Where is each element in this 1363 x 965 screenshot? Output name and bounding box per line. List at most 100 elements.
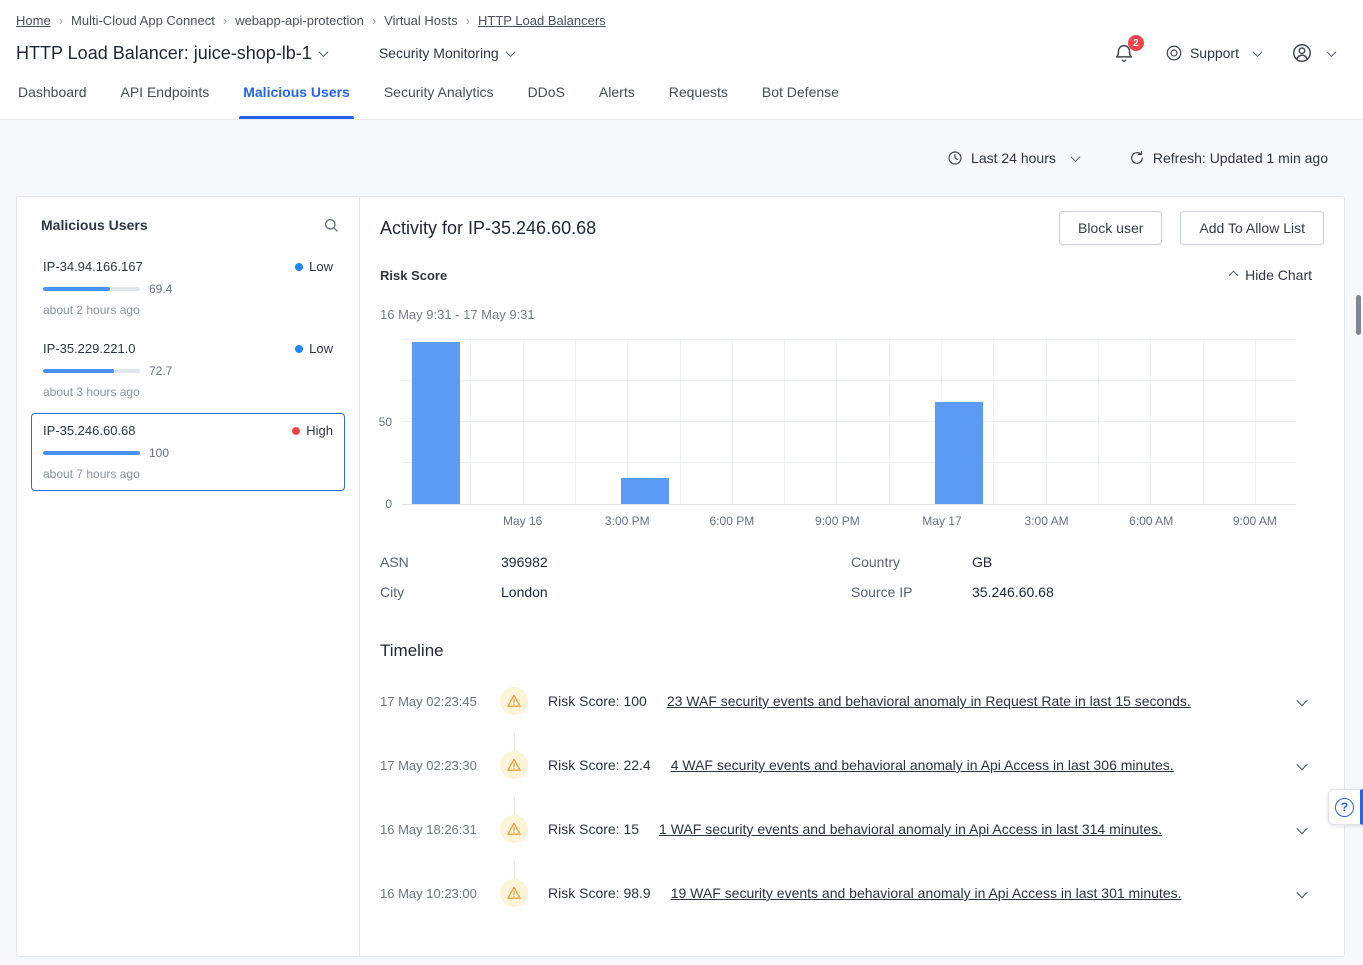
tab-dashboard[interactable]: Dashboard: [18, 84, 87, 119]
risk-score-bar: [43, 451, 140, 455]
chart-gridline-v: [732, 340, 733, 504]
malicious-user-item[interactable]: IP-35.229.221.0 Low 72.7 about 3 hours a…: [31, 331, 345, 409]
activity-header: Activity for IP-35.246.60.68 Block user …: [380, 211, 1324, 245]
chart-gridline-v: [1203, 340, 1204, 504]
tab-bar: Dashboard API Endpoints Malicious Users …: [0, 84, 1363, 120]
source-ip-label: Source IP: [851, 584, 972, 600]
event-time: 17 May 02:23:45: [380, 694, 488, 709]
breadcrumb: Home › Multi-Cloud App Connect › webapp-…: [0, 10, 1363, 30]
malicious-users-header: Malicious Users: [17, 197, 359, 249]
chart-x-tick-label: 9:00 AM: [1233, 514, 1277, 528]
timeline-events: 17 May 02:23:45 Risk Score: 100 23 WAF s…: [380, 669, 1324, 925]
help-button[interactable]: ?: [1328, 789, 1363, 825]
chart-date-range: 16 May 9:31 - 17 May 9:31: [380, 307, 1324, 322]
breadcrumb-multi-cloud-app-connect[interactable]: Multi-Cloud App Connect: [71, 13, 215, 28]
event-detail-link[interactable]: 19 WAF security events and behavioral an…: [671, 885, 1182, 901]
chart-gridline-v: [993, 340, 994, 504]
event-expand-button[interactable]: [1290, 885, 1306, 901]
tab-api-endpoints[interactable]: API Endpoints: [121, 84, 210, 119]
chart-gridline-h: [402, 421, 1296, 422]
breadcrumb-separator: ›: [466, 13, 470, 28]
notification-badge: 2: [1128, 35, 1144, 51]
tab-alerts[interactable]: Alerts: [599, 84, 635, 119]
event-detail-link[interactable]: 23 WAF security events and behavioral an…: [667, 693, 1191, 709]
refresh-icon: [1129, 150, 1145, 166]
event-expand-button[interactable]: [1290, 693, 1306, 709]
event-detail-link[interactable]: 4 WAF security events and behavioral ano…: [671, 757, 1174, 773]
user-ip: IP-34.94.166.167: [43, 259, 143, 274]
event-time: 17 May 02:23:30: [380, 758, 488, 773]
severity-label: Low: [309, 341, 333, 356]
event-expand-button[interactable]: [1290, 757, 1306, 773]
event-time: 16 May 18:26:31: [380, 822, 488, 837]
chart-gridline-v: [1046, 340, 1047, 504]
user-details: ASN 396982 City London Country GB Source…: [380, 547, 1324, 607]
chart-gridline-v: [575, 340, 576, 504]
tab-requests[interactable]: Requests: [669, 84, 728, 119]
breadcrumb-virtual-hosts[interactable]: Virtual Hosts: [384, 13, 457, 28]
hide-chart-toggle[interactable]: Hide Chart: [1230, 267, 1324, 283]
page-title: HTTP Load Balancer: juice-shop-lb-1: [16, 43, 312, 64]
chart-y-tick-label: 50: [379, 415, 392, 429]
risk-score-value: 69.4: [149, 282, 172, 296]
chart-gridline-v: [784, 340, 785, 504]
support-menu[interactable]: Support: [1165, 44, 1261, 62]
chart-x-tick-label: May 17: [922, 514, 961, 528]
chevron-down-icon: [1327, 47, 1337, 57]
tab-malicious-users[interactable]: Malicious Users: [243, 84, 350, 119]
chart-x-tick-label: May 16: [503, 514, 542, 528]
risk-score-value: 72.7: [149, 364, 172, 378]
action-buttons: Block user Add To Allow List: [1059, 211, 1324, 245]
chart-bar: [412, 342, 460, 504]
refresh-label: Refresh: Updated 1 min ago: [1153, 150, 1328, 166]
account-icon: [1291, 42, 1313, 64]
risk-score-bar: [43, 287, 140, 291]
last-seen-time: about 7 hours ago: [43, 467, 333, 481]
event-risk-score: Risk Score: 22.4: [548, 757, 651, 773]
security-monitoring-dropdown[interactable]: Security Monitoring: [379, 45, 514, 61]
add-to-allow-list-button[interactable]: Add To Allow List: [1180, 211, 1324, 245]
tab-bot-defense[interactable]: Bot Defense: [762, 84, 839, 119]
breadcrumb-home[interactable]: Home: [16, 13, 51, 28]
search-icon[interactable]: [323, 217, 339, 233]
breadcrumb-separator: ›: [372, 13, 376, 28]
scrollbar-thumb[interactable]: [1356, 295, 1361, 335]
refresh-button[interactable]: Refresh: Updated 1 min ago: [1129, 150, 1328, 166]
event-time: 16 May 10:23:00: [380, 886, 488, 901]
asn-value: 396982: [501, 554, 548, 570]
title-chevron-down-icon[interactable]: [318, 47, 328, 57]
severity-badge: Low: [295, 341, 333, 356]
context-selector-label: Security Monitoring: [379, 45, 499, 61]
severity-label: High: [306, 423, 333, 438]
notifications-button[interactable]: 2: [1113, 42, 1135, 64]
chart-gridline-v: [680, 340, 681, 504]
time-range-label: Last 24 hours: [971, 150, 1056, 166]
timeline-title: Timeline: [380, 641, 1324, 661]
account-menu[interactable]: [1291, 42, 1335, 64]
timeline-event: 16 May 10:23:00 Risk Score: 98.9 19 WAF …: [380, 861, 1324, 925]
malicious-user-item[interactable]: IP-34.94.166.167 Low 69.4 about 2 hours …: [31, 249, 345, 327]
event-risk-score: Risk Score: 100: [548, 693, 647, 709]
breadcrumb-webapp-api-protection[interactable]: webapp-api-protection: [235, 13, 364, 28]
user-ip: IP-35.229.221.0: [43, 341, 136, 356]
time-range-selector[interactable]: Last 24 hours: [947, 150, 1079, 166]
timeline-event: 17 May 02:23:45 Risk Score: 100 23 WAF s…: [380, 669, 1324, 733]
last-seen-time: about 2 hours ago: [43, 303, 333, 317]
title-row: HTTP Load Balancer: juice-shop-lb-1 Secu…: [0, 36, 1363, 70]
chevron-down-icon: [1296, 759, 1307, 770]
chart-bar: [935, 402, 983, 504]
malicious-user-item[interactable]: IP-35.246.60.68 High 100 about 7 hours a…: [31, 413, 345, 491]
risk-score-value: 100: [149, 446, 169, 460]
event-expand-button[interactable]: [1290, 821, 1306, 837]
chart-gridline-v: [1255, 340, 1256, 504]
warning-icon: [500, 751, 528, 779]
warning-icon: [500, 815, 528, 843]
risk-score-chart: 050 May 163:00 PM6:00 PM9:00 PMMay 173:0…: [402, 340, 1296, 531]
breadcrumb-http-load-balancers[interactable]: HTTP Load Balancers: [478, 13, 606, 28]
user-ip: IP-35.246.60.68: [43, 423, 136, 438]
tab-ddos[interactable]: DDoS: [528, 84, 565, 119]
block-user-button[interactable]: Block user: [1059, 211, 1162, 245]
tab-security-analytics[interactable]: Security Analytics: [384, 84, 494, 119]
risk-score-chart-plot: 050: [402, 340, 1296, 505]
event-detail-link[interactable]: 1 WAF security events and behavioral ano…: [659, 821, 1162, 837]
